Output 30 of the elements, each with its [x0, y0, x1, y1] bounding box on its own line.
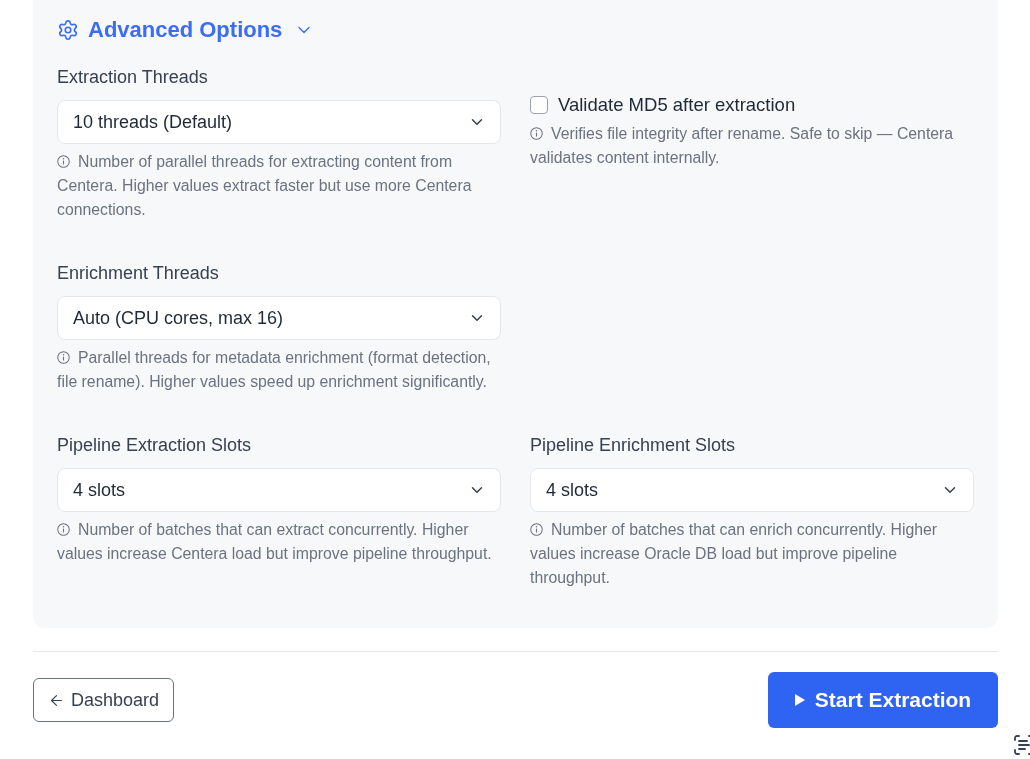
select-value: 4 slots — [546, 478, 599, 502]
advanced-options-toggle[interactable]: Advanced Options — [57, 16, 315, 44]
select-value: 4 slots — [73, 478, 126, 502]
info-icon — [57, 351, 70, 364]
field-label: Pipeline Enrichment Slots — [530, 434, 737, 456]
info-icon — [530, 127, 543, 140]
info-icon — [57, 155, 70, 168]
select-field[interactable]: 10 threads (Default) — [57, 100, 501, 144]
select-field[interactable]: 4 slots — [57, 468, 501, 512]
info-icon — [57, 523, 70, 536]
select-field[interactable]: Auto (CPU cores, max 16) — [57, 296, 501, 340]
select-value: 10 threads (Default) — [73, 110, 233, 134]
help-text: Parallel threads for metadata enrichment (format detection, file rename). Higher values speed up enrichment significantly. — [57, 348, 492, 392]
checkbox-label: Validate MD5 after extraction — [558, 94, 796, 116]
start-extraction-button[interactable]: Start Extraction — [768, 672, 998, 728]
select-field[interactable]: 4 slots — [530, 468, 974, 512]
field-label: Enrichment Threads — [57, 262, 220, 284]
help-text: Number of batches that can extract concurrently. Higher values increase Centera load but improve pipeline throughput. — [57, 520, 493, 564]
field-label: Extraction Threads — [57, 66, 209, 88]
help-text: Number of parallel threads for extracting content from Centera. Higher values extract faster but use more Centera connections. — [57, 152, 473, 220]
play-icon — [794, 694, 805, 706]
field-label: Pipeline Extraction Slots — [57, 434, 253, 456]
help-text: Verifies file integrity after rename. Safe to skip — Centera validates content internally. — [530, 124, 955, 168]
dashboard-button[interactable]: Dashboard — [33, 678, 175, 722]
info-icon — [530, 523, 543, 536]
scan-text-icon[interactable] — [1012, 733, 1030, 757]
settings-icon — [57, 19, 79, 41]
help-text: Number of batches that can enrich concurrently. Higher values increase Oracle DB load but improve pipeline throughput. — [530, 520, 939, 588]
select-value: Auto (CPU cores, max 16) — [73, 306, 284, 330]
checkbox[interactable] — [530, 96, 548, 114]
